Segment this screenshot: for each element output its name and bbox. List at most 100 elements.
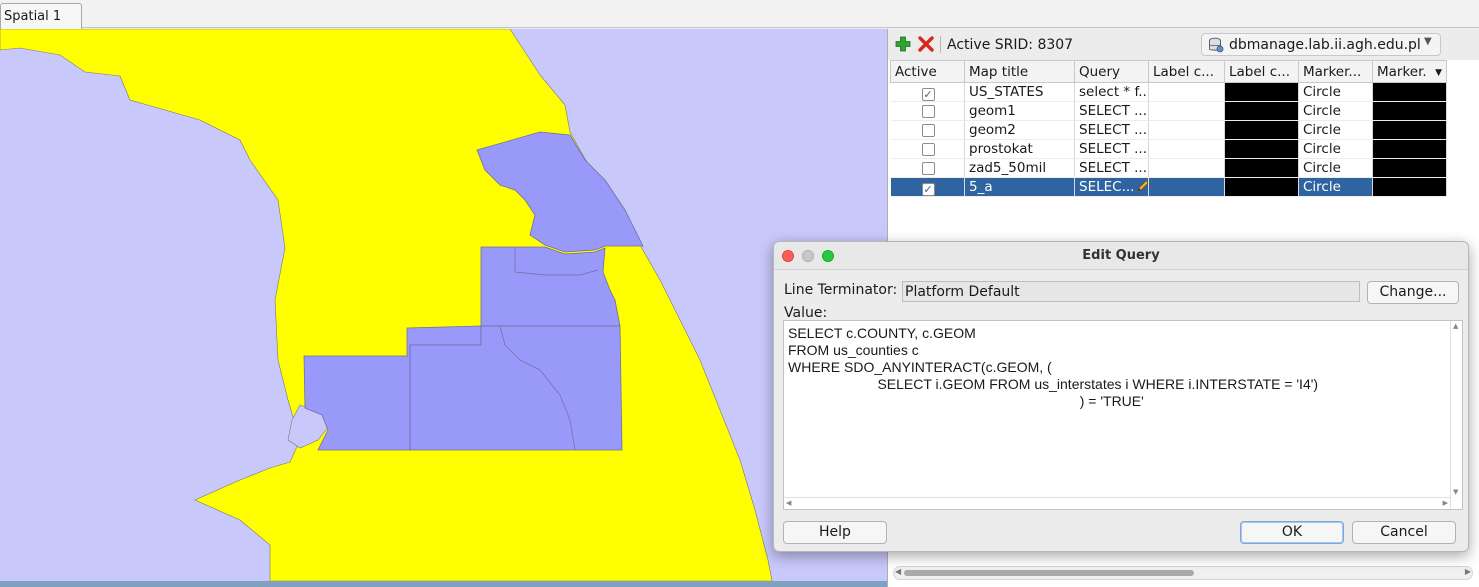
change-button[interactable]: Change...: [1367, 281, 1459, 304]
table-row[interactable]: ✓ US_STATES select * f... Circle: [890, 82, 1447, 102]
connection-dropdown[interactable]: dbmanage.lab.ii.agh.edu.pl ▼: [1201, 33, 1441, 56]
query-cell[interactable]: SELECT ...: [1074, 139, 1149, 159]
color-swatch[interactable]: [1224, 139, 1299, 159]
horizontal-scrollbar[interactable]: ◀ ▶: [784, 497, 1450, 509]
scroll-down-icon[interactable]: ▼: [1453, 488, 1458, 496]
map-title-cell: zad5_50mil: [964, 158, 1075, 178]
query-cell[interactable]: SELECT ...: [1074, 120, 1149, 140]
map-title-cell: geom2: [964, 120, 1075, 140]
color-swatch[interactable]: [1224, 177, 1299, 197]
connection-name: dbmanage.lab.ii.agh.edu.pl: [1229, 37, 1421, 53]
marker-cell[interactable]: Circle: [1298, 101, 1373, 121]
col-query[interactable]: Query: [1074, 60, 1149, 83]
query-cell[interactable]: select * f...: [1074, 82, 1149, 102]
dialog-titlebar[interactable]: Edit Query: [774, 242, 1468, 270]
table-row-selected[interactable]: ✓ 5_a SELEC... Circle: [890, 177, 1447, 197]
marker-cell[interactable]: Circle: [1298, 158, 1373, 178]
color-swatch[interactable]: [1372, 177, 1447, 197]
query-cell[interactable]: SELEC...: [1074, 177, 1149, 197]
map-title-cell: 5_a: [964, 177, 1075, 197]
edit-query-dialog: Edit Query Line Terminator: Platform Def…: [773, 241, 1469, 552]
table-row[interactable]: zad5_50mil SELECT ... Circle: [890, 158, 1447, 178]
remove-layer-icon[interactable]: [917, 35, 935, 53]
active-srid-label: Active SRID: 8307: [947, 37, 1074, 53]
marker-cell[interactable]: Circle: [1298, 177, 1373, 197]
value-label: Value:: [784, 305, 828, 321]
land-florida: [0, 29, 773, 581]
table-row[interactable]: geom1 SELECT ... Circle: [890, 101, 1447, 121]
dialog-title: Edit Query: [1082, 248, 1160, 263]
marker-cell[interactable]: Circle: [1298, 82, 1373, 102]
line-terminator-field[interactable]: Platform Default: [902, 281, 1360, 302]
toolbar-separator: [940, 36, 941, 53]
color-swatch[interactable]: [1224, 82, 1299, 102]
query-cell[interactable]: SELECT ...: [1074, 101, 1149, 121]
active-checkbox[interactable]: [921, 142, 935, 156]
scroll-right-icon[interactable]: ▶: [1465, 567, 1471, 576]
color-swatch[interactable]: [1372, 120, 1447, 140]
scroll-left-icon[interactable]: ◀: [786, 499, 791, 507]
database-icon: [1209, 37, 1224, 53]
layer-table: Active Map title Query Label c... Label …: [890, 60, 1447, 197]
map-title-cell: geom1: [964, 101, 1075, 121]
scroll-right-icon[interactable]: ▶: [1443, 499, 1448, 507]
color-swatch[interactable]: [1372, 101, 1447, 121]
active-checkbox[interactable]: [921, 161, 935, 175]
tab-bar: Spatial 1: [0, 0, 1479, 29]
label-cell[interactable]: [1148, 101, 1225, 121]
query-cell[interactable]: SELECT ...: [1074, 158, 1149, 178]
active-checkbox[interactable]: ✓: [921, 88, 935, 101]
col-marker-1[interactable]: Marker...: [1298, 60, 1373, 83]
col-label-color-2[interactable]: Label c...: [1224, 60, 1299, 83]
col-active[interactable]: Active: [890, 60, 965, 83]
label-cell[interactable]: [1148, 158, 1225, 178]
table-row[interactable]: prostokat SELECT ... Circle: [890, 139, 1447, 159]
vertical-scrollbar[interactable]: ▲ ▼: [1450, 321, 1462, 509]
query-editor[interactable]: SELECT c.COUNTY, c.GEOM FROM us_counties…: [783, 320, 1463, 510]
chevron-down-icon[interactable]: ▼: [1435, 68, 1442, 78]
map-title-cell: prostokat: [964, 139, 1075, 159]
map-title-cell: US_STATES: [964, 82, 1075, 102]
scrollbar-thumb[interactable]: [904, 570, 1194, 576]
color-swatch[interactable]: [1224, 101, 1299, 121]
pencil-icon[interactable]: [1136, 179, 1148, 193]
ok-button[interactable]: OK: [1240, 521, 1344, 544]
color-swatch[interactable]: [1224, 120, 1299, 140]
table-header: Active Map title Query Label c... Label …: [890, 60, 1447, 83]
label-cell[interactable]: [1148, 177, 1225, 197]
scroll-up-icon[interactable]: ▲: [1453, 322, 1458, 330]
col-map-title[interactable]: Map title: [964, 60, 1075, 83]
add-layer-icon[interactable]: [894, 35, 912, 53]
cancel-button[interactable]: Cancel: [1352, 521, 1456, 544]
map-svg: [0, 29, 773, 581]
color-swatch[interactable]: [1372, 139, 1447, 159]
label-cell[interactable]: [1148, 82, 1225, 102]
col-marker-2-label: Marker.: [1377, 63, 1427, 80]
county-south: [409, 325, 623, 451]
map-canvas[interactable]: [0, 29, 887, 581]
panel-toolbar: Active SRID: 8307 dbmanage.lab.ii.agh.ed…: [888, 29, 1479, 60]
table-row[interactable]: geom2 SELECT ... Circle: [890, 120, 1447, 140]
marker-cell[interactable]: Circle: [1298, 120, 1373, 140]
scroll-left-icon[interactable]: ◀: [895, 567, 901, 576]
color-swatch[interactable]: [1224, 158, 1299, 178]
col-marker-2[interactable]: Marker. ▼: [1372, 60, 1447, 83]
label-cell[interactable]: [1148, 120, 1225, 140]
marker-cell[interactable]: Circle: [1298, 139, 1373, 159]
active-checkbox[interactable]: ✓: [921, 183, 935, 196]
query-cell-text: SELEC...: [1079, 179, 1135, 195]
status-strip: [0, 581, 887, 587]
horizontal-scrollbar[interactable]: ◀ ▶: [893, 566, 1473, 580]
active-checkbox[interactable]: [921, 123, 935, 137]
col-label-color-1[interactable]: Label c...: [1148, 60, 1225, 83]
line-terminator-label: Line Terminator:: [784, 282, 898, 298]
tab-spatial-1[interactable]: Spatial 1: [0, 3, 82, 29]
color-swatch[interactable]: [1372, 82, 1447, 102]
label-cell[interactable]: [1148, 139, 1225, 159]
chevron-down-icon: ▼: [1424, 36, 1432, 47]
help-button[interactable]: Help: [783, 521, 887, 544]
active-checkbox[interactable]: [921, 104, 935, 118]
county-mid: [480, 246, 621, 327]
color-swatch[interactable]: [1372, 158, 1447, 178]
query-text[interactable]: SELECT c.COUNTY, c.GEOM FROM us_counties…: [788, 325, 1438, 495]
